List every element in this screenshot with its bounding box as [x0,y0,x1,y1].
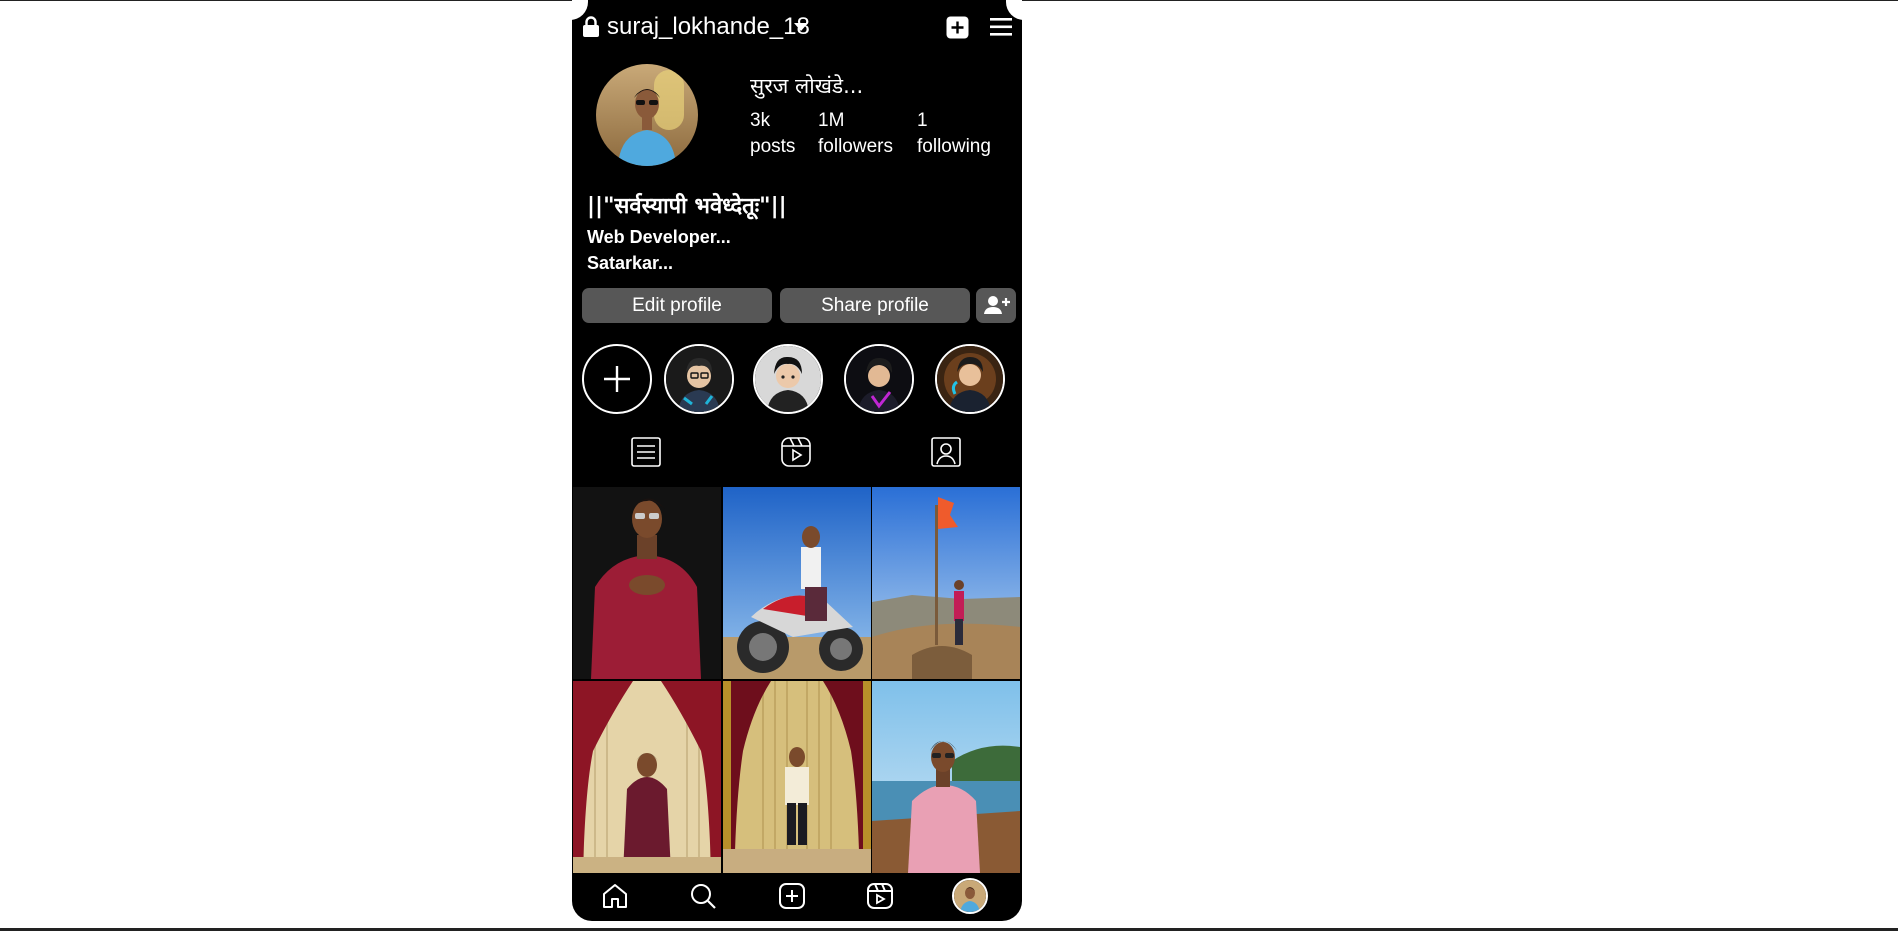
posts-stat[interactable]: 3k posts [750,108,795,160]
stat-value: 1M [818,110,845,131]
avatar-photo [954,880,986,912]
story-highlight[interactable] [844,344,914,414]
post-photo [872,487,1020,679]
discover-people-button[interactable] [976,288,1016,323]
following-stat[interactable]: 1 following [917,108,991,160]
highlight-cover [755,346,821,412]
menu-icon[interactable] [990,17,1012,37]
reels-tab[interactable] [780,436,812,468]
home-icon[interactable] [601,882,629,910]
bio-line: Satarkar... [587,253,674,273]
grid-tab[interactable] [630,436,662,468]
page-bottom-border [0,928,1898,931]
profile-bio: ||"सर्वस्यापी भवेध्देतूः"|| Web Develope… [587,190,787,276]
post-photo [872,681,1020,873]
lock-icon [583,16,599,37]
new-post-icon[interactable] [946,16,969,39]
plus-icon [604,366,630,392]
story-highlight[interactable] [753,344,823,414]
highlight-cover [937,346,1003,412]
post-photo [573,681,721,873]
add-user-icon [984,296,1010,314]
username-switcher[interactable]: suraj_lokhande_18 [607,13,810,41]
post-photo [723,681,871,873]
post-thumbnail[interactable] [872,487,1020,679]
stat-label: followers [818,136,893,157]
chevron-down-icon[interactable] [794,23,808,31]
post-photo [723,487,871,679]
tagged-tab[interactable] [930,436,962,468]
post-thumbnail[interactable] [573,681,721,873]
story-highlight[interactable] [664,344,734,414]
display-name: सुरज लोखंडे... [750,74,864,98]
highlight-cover [666,346,732,412]
profile-header: suraj_lokhande_18 [572,0,1022,56]
post-thumbnail[interactable] [872,681,1020,873]
stat-value: 1 [917,110,928,131]
post-photo [573,487,721,679]
phone-frame: suraj_lokhande_18 सुरज लोखंडे... 3k post… [572,0,1022,921]
highlight-cover [846,346,912,412]
post-thumbnail[interactable] [723,487,871,679]
story-highlight[interactable] [935,344,1005,414]
search-icon[interactable] [689,882,717,910]
reels-icon[interactable] [866,882,894,910]
avatar-photo [596,64,698,166]
new-highlight-button[interactable] [582,344,652,414]
share-profile-button[interactable]: Share profile [780,288,970,323]
post-thumbnail[interactable] [723,681,871,873]
edit-profile-button[interactable]: Edit profile [582,288,772,323]
bio-line: Web Developer... [587,227,731,247]
followers-stat[interactable]: 1M followers [818,108,893,160]
stat-label: following [917,136,991,157]
create-icon[interactable] [778,882,806,910]
post-thumbnail[interactable] [573,487,721,679]
profile-avatar[interactable] [952,878,988,914]
bio-title: ||"सर्वस्यापी भवेध्देतूः"|| [587,194,787,219]
stat-label: posts [750,136,796,157]
stat-value: 3k [750,110,771,131]
profile-avatar[interactable] [596,64,698,166]
